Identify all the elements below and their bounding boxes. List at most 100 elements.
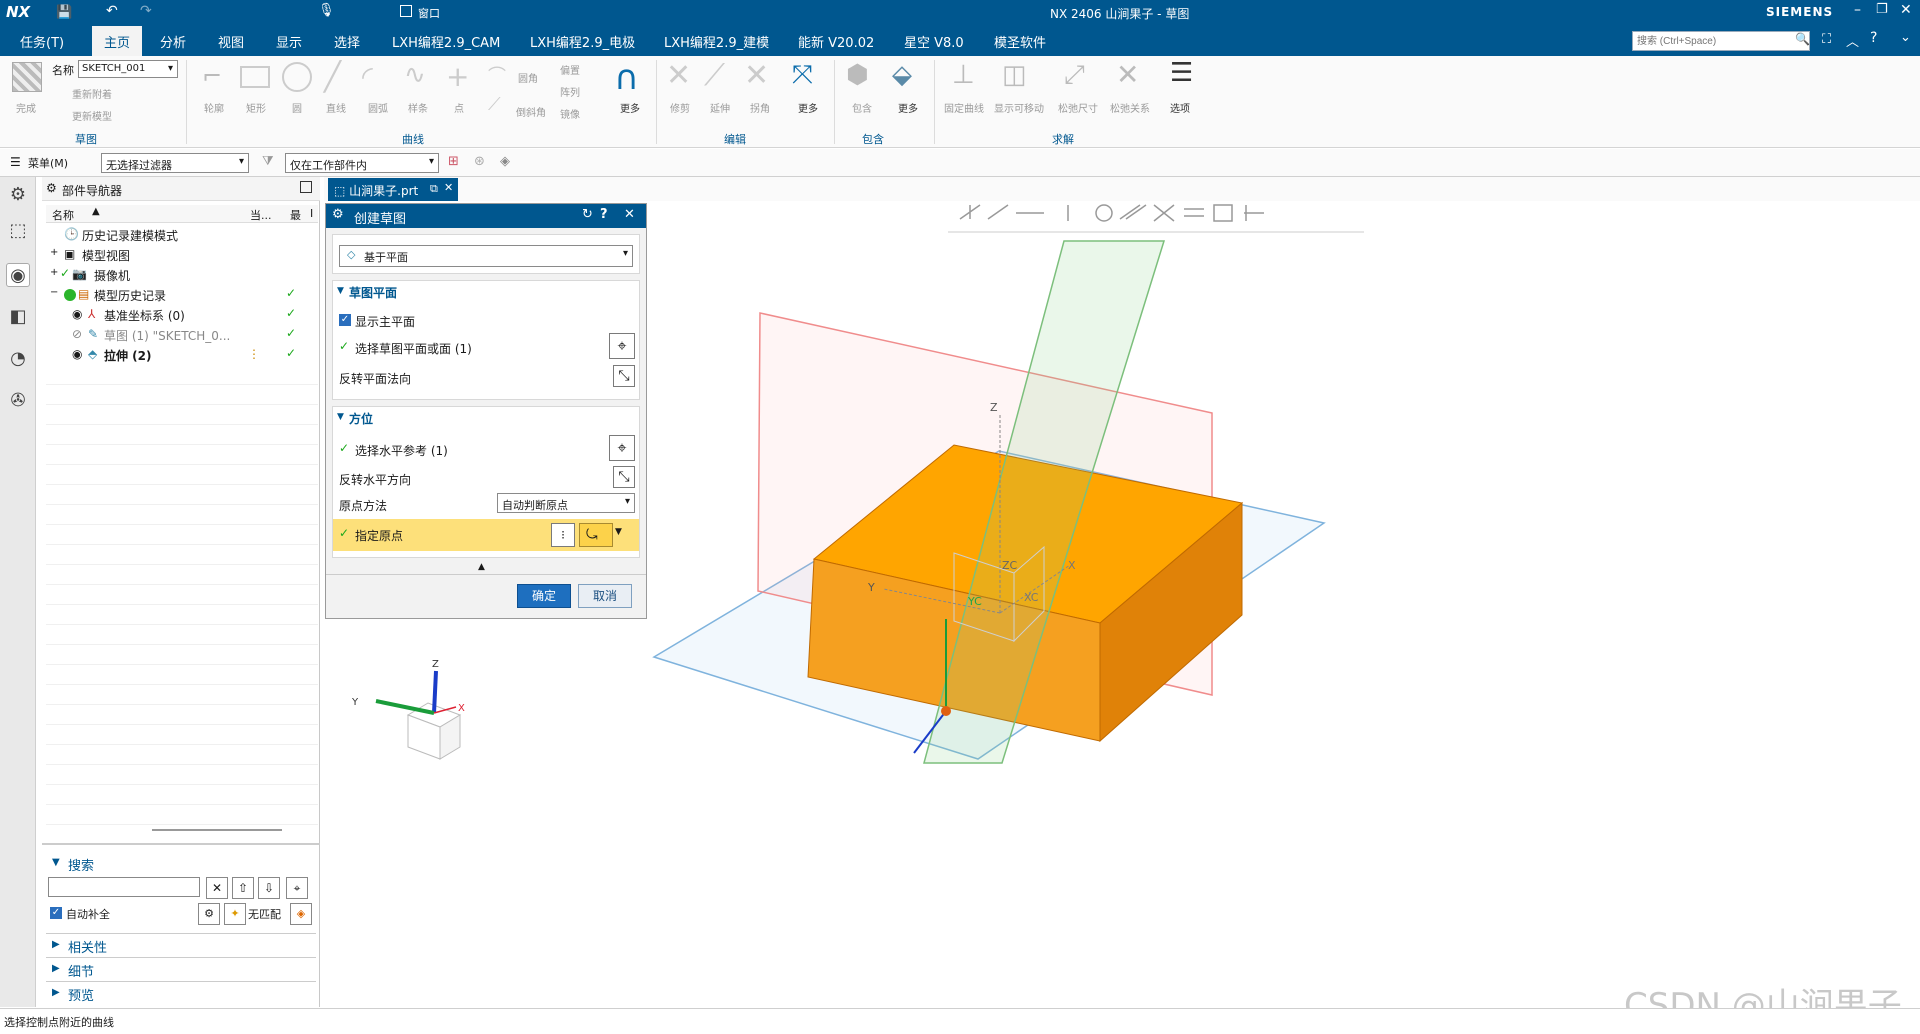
chevron-down-icon[interactable]: ▼ [615, 527, 622, 537]
ok-button[interactable]: 确定 [517, 584, 571, 608]
sort-asc-icon[interactable]: ▲ [92, 206, 100, 217]
tree-row[interactable]: − ▤ 模型历史记录 ✓ [42, 285, 320, 305]
snap-tool-icon[interactable]: ⊛ [474, 154, 485, 169]
sketch-type-select[interactable]: 基于平面 [339, 245, 633, 267]
chevron-down-icon[interactable]: ▼ [337, 286, 344, 296]
crosshair-icon[interactable]: ⌖ [609, 333, 635, 359]
close-icon[interactable]: ✕ [444, 181, 453, 194]
part-navigator-icon[interactable]: ◉ [6, 263, 30, 287]
edit-more-icon[interactable]: ⤧ [792, 60, 813, 91]
menu-display[interactable]: 显示 [276, 32, 302, 51]
rectangle-icon[interactable] [240, 66, 270, 88]
preview-section-header[interactable]: 预览 [68, 985, 94, 1004]
maximize-icon[interactable] [300, 181, 312, 193]
search-icon[interactable]: 🔍 [1795, 32, 1810, 46]
document-tab[interactable]: ⬚ 山涧果子.prt ⧉ ✕ [328, 178, 458, 201]
roles-icon[interactable]: ✇ [6, 389, 30, 413]
tree-row[interactable]: 🕒 历史记录建模模式 [42, 225, 320, 245]
offset-button[interactable]: 偏置 [560, 62, 580, 77]
menu-home[interactable]: 主页 [92, 26, 143, 56]
menu-lxh-modeling[interactable]: LXH编程2.9_建模 [664, 32, 769, 51]
inferred-point-icon[interactable]: ⤿ [579, 523, 613, 547]
search-section-header[interactable]: 搜索 [68, 855, 94, 874]
include-more-icon[interactable]: ⬙ [892, 60, 912, 90]
trim-icon[interactable]: ✕ [666, 58, 691, 93]
match-icon[interactable]: ◈ [290, 903, 312, 925]
undock-icon[interactable]: ⧉ [430, 182, 438, 196]
tree-row[interactable]: + ✓ 📷 摄像机 [42, 265, 320, 285]
col-name[interactable]: 名称 [52, 207, 74, 223]
navigator-search-input[interactable] [48, 877, 200, 897]
point-icon[interactable]: + [446, 60, 469, 93]
collapse-icon[interactable]: − [50, 287, 58, 298]
menu-mosheng[interactable]: 模圣软件 [994, 32, 1046, 51]
menu-lxh-cam[interactable]: LXH编程2.9_CAM [392, 32, 500, 51]
fullscreen-icon[interactable]: ⛶ [1822, 32, 1831, 47]
tree-row[interactable]: + ▣ 模型视图 [42, 245, 320, 265]
help-icon[interactable]: ? [600, 207, 608, 222]
col-latest[interactable]: 最 [290, 207, 301, 223]
corner-icon[interactable]: ✕ [744, 58, 769, 93]
microphone-icon[interactable]: 🎙 [318, 3, 335, 18]
chevron-right-icon[interactable]: ▶ [52, 987, 60, 998]
chevron-right-icon[interactable]: ▶ [52, 939, 60, 950]
chevron-down-icon[interactable]: ▼ [52, 857, 60, 868]
include-icon[interactable]: ⬢ [846, 60, 869, 90]
reverse-normal-button[interactable]: ⤡ [613, 365, 635, 387]
sketch-plane-header[interactable]: 草图平面 [349, 284, 397, 301]
down-arrow-icon[interactable]: ⇩ [258, 877, 280, 899]
options-icon[interactable]: ☰ [1170, 58, 1193, 88]
hidden-eye-icon[interactable]: ⊘ [72, 327, 82, 341]
selection-filter-select[interactable]: 无选择过滤器 [101, 153, 249, 173]
show-main-plane-checkbox[interactable]: ✓ [339, 314, 351, 326]
include-more-label[interactable]: 更多 [898, 100, 918, 115]
update-model-button[interactable]: 更新模型 [72, 108, 112, 123]
finish-sketch-icon[interactable] [12, 62, 42, 92]
expand-icon[interactable]: + [50, 267, 58, 278]
menu-view[interactable]: 视图 [218, 32, 244, 51]
minimize-button[interactable]: – [1854, 2, 1861, 18]
find-options-icon[interactable]: ⚙ [198, 903, 220, 925]
spline-icon[interactable]: ∿ [404, 60, 426, 90]
reset-icon[interactable]: ↻ [582, 207, 593, 222]
relax-dimension-icon[interactable]: ⤢ [1064, 60, 1085, 91]
profile-icon[interactable]: ⌐ [202, 62, 222, 90]
edit-more-label[interactable]: 更多 [798, 100, 818, 115]
menu-icon[interactable]: ☰ [10, 155, 21, 169]
dialog-title-bar[interactable]: ⚙ 创建草图 ↻ ? ✕ [326, 204, 646, 228]
specify-origin-row[interactable]: ✓ 指定原点 ⁝ ⤿ ▼ [333, 519, 639, 551]
chevron-down-icon[interactable]: ▼ [337, 412, 344, 422]
relax-relation-icon[interactable]: ✕ [1116, 58, 1139, 91]
reattach-button[interactable]: 重新附着 [72, 86, 112, 101]
expand-icon[interactable]: + [50, 247, 58, 258]
highlight-icon[interactable]: ✦ [224, 903, 246, 925]
reverse-horizontal-button[interactable]: ⤡ [613, 466, 635, 488]
main-menu-button[interactable]: 菜单(M) [28, 155, 68, 171]
up-arrow-icon[interactable]: ⇧ [232, 877, 254, 899]
help-icon[interactable]: ? [1870, 30, 1877, 46]
chevron-up-icon[interactable]: ︿ [1846, 31, 1859, 50]
select-tool-icon[interactable]: ⊞ [448, 154, 459, 169]
command-search-input[interactable] [1632, 31, 1810, 51]
gear-icon[interactable]: ⚙ [6, 183, 30, 207]
menu-analysis[interactable]: 分析 [160, 32, 186, 51]
chamfer-icon[interactable]: ⟋ [488, 94, 501, 115]
save-icon[interactable]: 💾 [56, 5, 72, 20]
close-icon[interactable]: ✕ [624, 207, 635, 222]
chevron-right-icon[interactable]: ▶ [52, 963, 60, 974]
collapse-arrow-icon[interactable]: ▲ [478, 562, 485, 572]
menu-lxh-electrode[interactable]: LXH编程2.9_电极 [530, 32, 635, 51]
options-label[interactable]: 选项 [1170, 100, 1190, 115]
circle-icon[interactable] [282, 62, 312, 92]
mirror-button[interactable]: 镜像 [560, 106, 580, 121]
reuse-library-icon[interactable]: ◧ [6, 305, 30, 329]
sketch-name-select[interactable]: SKETCH_001 [78, 60, 178, 78]
menu-select[interactable]: 选择 [334, 32, 360, 51]
fix-curve-icon[interactable]: ⊥ [952, 60, 975, 90]
selection-scope-select[interactable]: 仅在工作部件内 [285, 153, 439, 173]
details-section-header[interactable]: 细节 [68, 961, 94, 980]
menu-nengxin[interactable]: 能新 V20.02 [798, 32, 874, 51]
target-icon[interactable]: ⌖ [286, 877, 308, 899]
close-button[interactable]: ✕ [1900, 2, 1912, 18]
col-current[interactable]: 当... [250, 207, 272, 223]
